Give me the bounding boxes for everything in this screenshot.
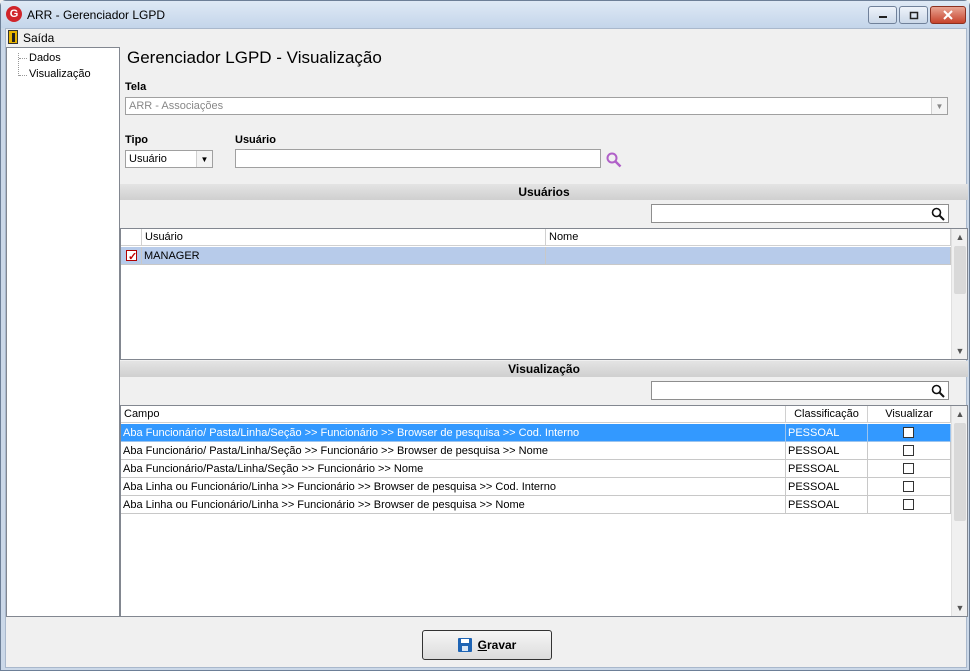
cell-usuario: MANAGER [142,247,546,265]
cell-campo: Aba Funcionário/Pasta/Linha/Seção >> Fun… [121,460,786,478]
usuario-input[interactable] [235,149,601,168]
scroll-up-icon[interactable]: ▲ [952,229,968,245]
client-area: Saída Dados Visualização Gerenciador LGP… [5,28,968,668]
tree-connector [19,58,27,59]
save-button[interactable]: Gravar [422,630,552,660]
checkbox-unchecked-icon[interactable] [903,499,914,510]
users-grid-header: Usuário Nome [121,229,951,246]
restore-icon [909,11,918,19]
cell-classificacao: PESSOAL [786,424,868,442]
close-icon [943,10,953,20]
scrollbar-thumb[interactable] [954,423,966,521]
chevron-down-icon[interactable]: ▼ [196,151,212,167]
tree-connector [18,53,19,76]
column-header-select [121,229,142,246]
row-checkbox-cell[interactable] [121,247,142,265]
view-grid: Campo Classificação Visualizar Aba Funci… [120,405,968,617]
cell-classificacao: PESSOAL [786,460,868,478]
table-row[interactable]: Aba Funcionário/ Pasta/Linha/Seção >> Fu… [121,424,951,442]
table-row[interactable]: Aba Linha ou Funcionário/Linha >> Funcio… [121,478,951,496]
cell-campo: Aba Linha ou Funcionário/Linha >> Funcio… [121,478,786,496]
window-title: ARR - Gerenciador LGPD [27,8,166,22]
tela-value: ARR - Associações [129,100,224,112]
minimize-button[interactable] [868,6,897,24]
app-logo-icon: G [6,6,22,22]
cell-campo: Aba Funcionário/ Pasta/Linha/Seção >> Fu… [121,442,786,460]
cell-classificacao: PESSOAL [786,478,868,496]
view-section-header: Visualização [120,361,968,377]
exit-door-icon[interactable] [8,30,18,44]
save-accelerator-key: G [477,638,487,652]
scroll-down-icon[interactable]: ▼ [952,600,968,616]
users-scrollbar[interactable]: ▲ ▼ [951,229,967,359]
save-label-rest: ravar [486,638,517,652]
cell-campo: Aba Funcionário/ Pasta/Linha/Seção >> Fu… [121,424,786,442]
cell-visualizar[interactable] [868,442,951,460]
column-header-visualizar[interactable]: Visualizar [868,406,951,423]
tipo-value: Usuário [129,153,167,165]
cell-visualizar[interactable] [868,424,951,442]
checkbox-unchecked-icon[interactable] [903,481,914,492]
column-header-classificacao[interactable]: Classificação [786,406,868,423]
users-grid: Usuário Nome MANAGER ▲ ▼ [120,228,968,360]
cell-visualizar[interactable] [868,460,951,478]
checkbox-unchecked-icon[interactable] [903,445,914,456]
tipo-select[interactable]: Usuário ▼ [125,150,213,168]
users-section-header: Usuários [120,184,968,200]
tela-label: Tela [125,81,147,93]
menu-exit[interactable]: Saída [23,31,54,45]
cell-visualizar[interactable] [868,478,951,496]
search-icon[interactable] [931,384,945,398]
tela-select[interactable]: ARR - Associações ▼ [125,97,948,115]
tree-item-dados[interactable]: Dados [29,52,61,64]
maximize-button[interactable] [899,6,928,24]
scroll-down-icon[interactable]: ▼ [952,343,968,359]
floppy-disk-icon [457,638,472,652]
scrollbar-thumb[interactable] [954,246,966,294]
cell-nome [546,247,951,265]
cell-classificacao: PESSOAL [786,496,868,514]
scroll-up-icon[interactable]: ▲ [952,406,968,422]
users-filter-input[interactable] [651,204,949,223]
tree-connector [19,75,27,76]
usuario-label: Usuário [235,134,276,146]
app-window: G ARR - Gerenciador LGPD Saída Dados Vis… [0,0,970,671]
menu-bar: Saída [6,29,966,47]
cell-campo: Aba Linha ou Funcionário/Linha >> Funcio… [121,496,786,514]
tree-item-visualizacao[interactable]: Visualização [29,68,91,80]
column-header-nome[interactable]: Nome [546,229,951,246]
title-bar[interactable]: G ARR - Gerenciador LGPD [1,1,969,28]
table-row[interactable]: Aba Linha ou Funcionário/Linha >> Funcio… [121,496,951,514]
nav-tree: Dados Visualização [6,47,120,617]
checkbox-unchecked-icon[interactable] [903,463,914,474]
page-title: Gerenciador LGPD - Visualização [127,48,382,67]
chevron-down-icon[interactable]: ▼ [931,98,947,114]
tipo-label: Tipo [125,134,149,146]
column-header-campo[interactable]: Campo [121,406,786,423]
table-row[interactable]: MANAGER [121,247,951,265]
cell-visualizar[interactable] [868,496,951,514]
search-icon[interactable] [931,207,945,221]
table-row[interactable]: Aba Funcionário/ Pasta/Linha/Seção >> Fu… [121,442,951,460]
view-filter-input[interactable] [651,381,949,400]
minimize-icon [878,16,887,18]
search-icon[interactable] [605,151,623,169]
checkbox-checked-icon[interactable] [126,248,137,264]
column-header-usuario[interactable]: Usuário [142,229,546,246]
view-scrollbar[interactable]: ▲ ▼ [951,406,967,616]
cell-classificacao: PESSOAL [786,442,868,460]
view-grid-header: Campo Classificação Visualizar [121,406,951,423]
close-button[interactable] [930,6,966,24]
checkbox-unchecked-icon[interactable] [903,427,914,438]
table-row[interactable]: Aba Funcionário/Pasta/Linha/Seção >> Fun… [121,460,951,478]
save-button-label: Gravar [478,638,517,652]
